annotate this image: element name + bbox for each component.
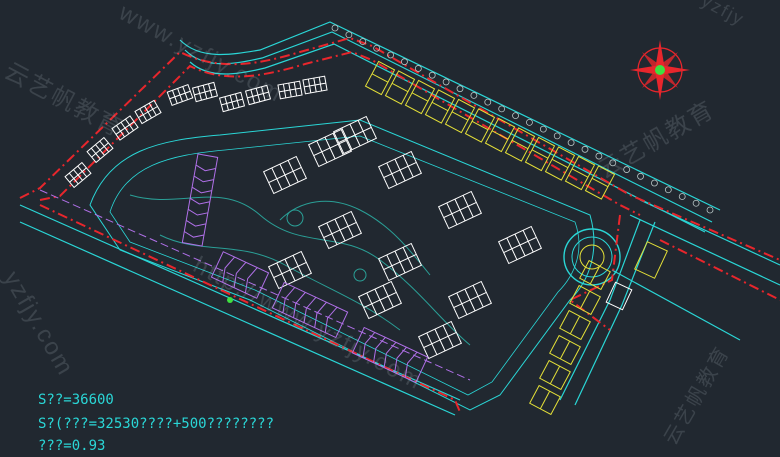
floor-area-label: S?(???=32530????+500???????? bbox=[38, 416, 275, 432]
site-plan-drawing bbox=[0, 0, 780, 457]
plot-ratio-label: ???=0.93 bbox=[38, 438, 106, 454]
site-area-label: S??=36600 bbox=[38, 392, 114, 408]
